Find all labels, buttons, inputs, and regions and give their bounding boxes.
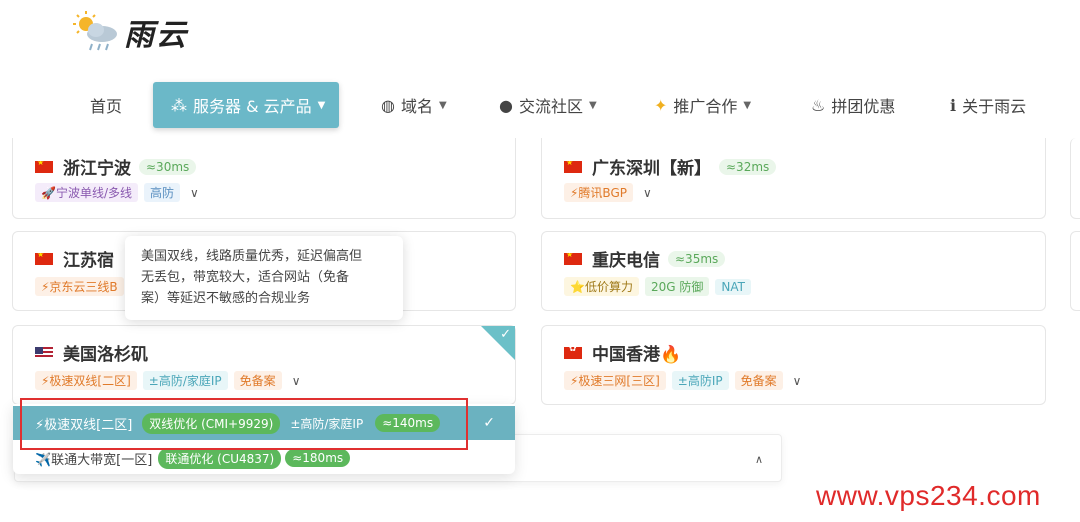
route-badge: 联通优化 (CU4837): [158, 447, 282, 469]
highlight-annotation: [20, 398, 468, 450]
tag: ⚡极速三网[三区]: [564, 371, 666, 390]
region-name: 美国洛杉矶: [63, 345, 148, 365]
region-name: 广东深圳【新】: [592, 159, 711, 179]
chat-bubble-icon: ●: [499, 95, 513, 115]
tag: ±高防/家庭IP: [142, 371, 228, 390]
nav-community-label: 交流社区: [518, 97, 583, 116]
brand-logo[interactable]: 雨云: [72, 10, 188, 54]
region-title: 浙江宁波 ≈30ms: [35, 154, 197, 179]
ping-badge: ≈32ms: [719, 158, 777, 175]
nav-promo[interactable]: ✦ 推广合作 ▼: [654, 82, 751, 128]
region-card-hongkong[interactable]: 中国香港🔥 ⚡极速三网[三区] ±高防IP 免备案 ∨: [541, 325, 1046, 405]
chevron-down-icon: ▼: [317, 99, 326, 111]
chevron-down-icon[interactable]: ∨: [643, 186, 652, 200]
region-title: 重庆电信 ≈35ms: [564, 246, 726, 271]
nav-servers-label: 服务器 & 云产品: [193, 97, 312, 116]
tag: ⚡腾讯BGP: [564, 183, 633, 202]
region-name: 重庆电信: [592, 251, 660, 271]
nav-promo-label: 推广合作: [673, 97, 738, 116]
option-label: ✈️联通大带宽[一区]: [35, 452, 153, 468]
ping-badge: ≈35ms: [668, 250, 726, 267]
chevron-down-icon: ▼: [743, 99, 752, 111]
tag: 高防: [144, 183, 181, 202]
nav-group-buy[interactable]: ♨ 拼团优惠: [811, 82, 895, 128]
ping-badge: ≈180ms: [285, 449, 351, 467]
region-title: 美国洛杉矶: [35, 340, 148, 365]
chevron-down-icon[interactable]: ∨: [793, 374, 802, 388]
region-card-offscreen[interactable]: [1070, 231, 1080, 311]
tag: ⚡极速双线[二区]: [35, 371, 137, 390]
sun-cloud-rain-icon: [72, 10, 122, 54]
tag: 20G 防御: [644, 277, 710, 296]
globe-icon: ◍: [381, 95, 395, 115]
brand-name: 雨云: [124, 18, 188, 53]
tag: ±高防IP: [671, 371, 729, 390]
region-title: 中国香港🔥: [564, 340, 681, 365]
region-tooltip: 美国双线，线路质量优秀，延迟偏高但 无丢包，带宽较大，适合网站（免备 案）等延迟…: [125, 236, 403, 320]
tag: 免备案: [734, 371, 783, 390]
region-title: 广东深圳【新】 ≈32ms: [564, 154, 777, 179]
checkmark-icon: ✓: [500, 327, 511, 342]
nav-community[interactable]: ● 交流社区 ▼: [499, 82, 597, 128]
region-card-ningbo[interactable]: 浙江宁波 ≈30ms 🚀宁波单线/多线 高防 ∨: [12, 138, 516, 219]
region-tags: ⭐低价算力 20G 防御 NAT: [564, 277, 751, 296]
nav-domains-label: 域名: [400, 97, 433, 116]
cubes-icon: ⁂: [171, 95, 187, 115]
chevron-down-icon: ▼: [588, 99, 597, 111]
tag: ⭐低价算力: [564, 277, 639, 296]
tooltip-line: 美国双线，线路质量优秀，延迟偏高但: [141, 249, 363, 264]
region-tags: ⚡腾讯BGP ∨: [564, 183, 652, 202]
region-card-shenzhen[interactable]: 广东深圳【新】 ≈32ms ⚡腾讯BGP ∨: [541, 138, 1046, 219]
nav-about[interactable]: ℹ 关于雨云: [950, 82, 1026, 128]
region-tags: 🚀宁波单线/多线 高防 ∨: [35, 183, 199, 202]
region-name: 中国香港🔥: [592, 345, 682, 365]
region-card-losangeles[interactable]: 美国洛杉矶 ⚡极速双线[二区] ±高防/家庭IP 免备案 ∨ ✓: [12, 325, 516, 405]
nav-domains[interactable]: ◍ 域名 ▼: [381, 82, 447, 128]
checkmark-icon: ✓: [483, 415, 495, 431]
hongkong-flag-icon: [564, 346, 582, 359]
nav-home-label: 首页: [90, 97, 123, 116]
main-nav: 首页 ⁂ 服务器 & 云产品 ▼ ◍ 域名 ▼ ● 交流社区 ▼ ✦ 推广合作 …: [0, 82, 1080, 128]
chevron-down-icon[interactable]: ∨: [292, 374, 301, 388]
watermark: www.vps234.com: [816, 480, 1041, 511]
china-flag-icon: [35, 252, 53, 265]
region-name: 江苏宿: [63, 251, 114, 271]
us-flag-icon: [35, 346, 53, 359]
region-card-offscreen[interactable]: [1070, 138, 1080, 219]
nav-home[interactable]: 首页: [90, 82, 122, 128]
chevron-down-icon[interactable]: ∨: [190, 186, 199, 200]
china-flag-icon: [35, 160, 53, 173]
tag: NAT: [715, 278, 751, 295]
region-tags: ⚡极速双线[二区] ±高防/家庭IP 免备案 ∨: [35, 371, 300, 390]
tooltip-line: 案）等延迟不敏感的合规业务: [141, 291, 311, 306]
sparkles-icon: ✦: [654, 95, 668, 115]
region-name: 浙江宁波: [63, 159, 131, 179]
china-flag-icon: [564, 252, 582, 265]
region-tags: ⚡京东云三线B: [35, 277, 124, 296]
chevron-down-icon: ▼: [438, 99, 447, 111]
region-title: 江苏宿: [35, 246, 114, 271]
nav-about-label: 关于雨云: [962, 97, 1027, 116]
fire-icon: ♨: [811, 95, 826, 115]
tag: 🚀宁波单线/多线: [35, 183, 138, 202]
info-icon: ℹ: [950, 95, 957, 115]
nav-group-buy-label: 拼团优惠: [831, 97, 896, 116]
nav-servers[interactable]: ⁂ 服务器 & 云产品 ▼: [153, 82, 340, 128]
region-tags: ⚡极速三网[三区] ±高防IP 免备案 ∨: [564, 371, 801, 390]
tooltip-line: 无丢包，带宽较大，适合网站（免备: [141, 270, 350, 285]
chevron-up-icon[interactable]: ∧: [755, 453, 763, 466]
tag: 免备案: [233, 371, 282, 390]
ping-badge: ≈30ms: [139, 158, 197, 175]
china-flag-icon: [564, 160, 582, 173]
tag: ⚡京东云三线B: [35, 277, 124, 296]
region-card-chongqing[interactable]: 重庆电信 ≈35ms ⭐低价算力 20G 防御 NAT: [541, 231, 1046, 311]
